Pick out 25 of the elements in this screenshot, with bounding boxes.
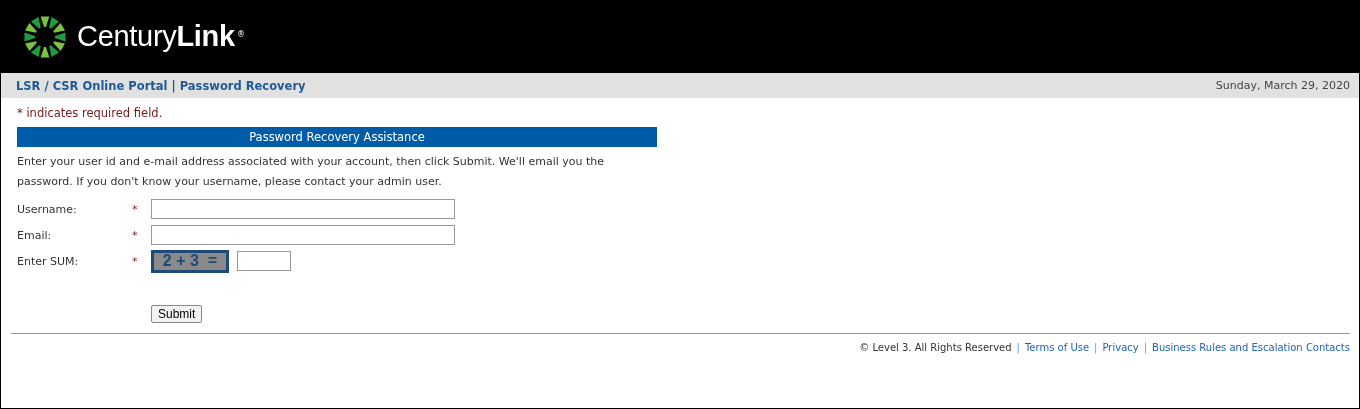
sum-field[interactable] — [237, 251, 291, 271]
footer-link[interactable]: Terms of Use — [1024, 342, 1090, 353]
input-field[interactable] — [151, 199, 455, 219]
field-label: Username: — [17, 202, 78, 216]
submit-button[interactable]: Submit — [151, 305, 203, 323]
field-label: Enter SUM: — [17, 254, 80, 268]
footer-link[interactable]: Business Rules and Escalation Contacts — [1152, 342, 1350, 353]
copyright-text: © Level 3. All Rights Reserved — [859, 342, 1012, 353]
date-text: Sunday, March 29, 2020 — [1215, 79, 1350, 92]
panel-title: Password Recovery Assistance — [17, 127, 657, 147]
brand-name: CenturyLink — [77, 20, 235, 53]
footer-link[interactable]: Privacy — [1102, 342, 1139, 353]
required-mark: * — [132, 254, 139, 268]
separator: | — [1016, 342, 1020, 353]
separator: | — [1143, 342, 1148, 353]
required-mark: * — [132, 228, 139, 242]
breadcrumb: LSR / CSR Online Portal | Password Recovery — [16, 78, 306, 93]
registered-mark: ® — [236, 30, 245, 39]
input-field[interactable] — [151, 225, 455, 245]
separator: | — [1094, 342, 1098, 353]
required-note: * indicates required field. — [17, 106, 164, 120]
intro-text: Enter your user id and e-mail address associated with your account, then click Submit. We'll email you the password. If you don't know your username, please contact your admin user. — [17, 154, 606, 190]
captcha-challenge: 2 + 3 = — [151, 249, 229, 273]
required-mark: * — [132, 202, 139, 216]
field-label: Email: — [17, 228, 53, 242]
